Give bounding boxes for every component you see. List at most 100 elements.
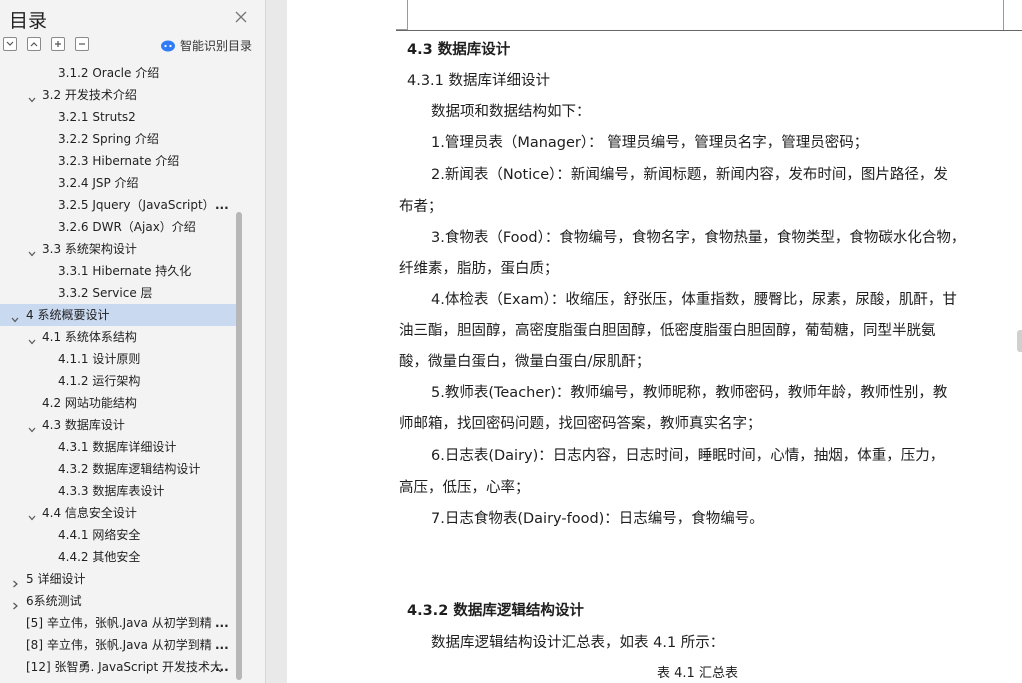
toc-item[interactable]: 4 系统概要设计	[0, 304, 236, 326]
toc-item-ellipsis: ...	[215, 198, 229, 212]
page-top-rule	[396, 30, 1022, 31]
toc-item-label: 3.2.6 DWR（Ajax）介绍	[58, 220, 196, 234]
heading-4-3: 4.3 数据库设计	[407, 42, 511, 58]
paragraph-teacher-line2: 师邮箱，找回密码问题，找回密码答案，教师真实名字；	[399, 416, 762, 432]
paragraph-summary-intro: 数据库逻辑结构设计汇总表，如表 4.1 所示：	[431, 635, 725, 651]
toc-item[interactable]: 4.1.1 设计原则	[0, 348, 236, 370]
toc-scrollbar[interactable]	[236, 212, 242, 680]
smart-recognize-button[interactable]: 智能识别目录	[160, 36, 252, 54]
chevron-right-icon[interactable]	[10, 574, 20, 588]
document-area: 4.3 数据库设计 4.3.1 数据库详细设计 数据项和数据结构如下： 1.管理…	[267, 0, 1022, 683]
crop-mark-left	[396, 0, 408, 30]
smart-recognize-label: 智能识别目录	[180, 38, 253, 53]
document-page: 4.3 数据库设计 4.3.1 数据库详细设计 数据项和数据结构如下： 1.管理…	[287, 0, 1022, 683]
toc-item-label: 3.3 系统架构设计	[42, 242, 137, 256]
toc-item-ellipsis: ...	[215, 616, 229, 630]
paragraph-manager: 1.管理员表（Manager）： 管理员编号，管理员名字，管理员密码；	[431, 135, 869, 151]
toc-item-label: 4.3.2 数据库逻辑结构设计	[58, 462, 201, 476]
paragraph-food-line2: 纤维素，脂肪，蛋白质；	[399, 261, 559, 277]
toc-item[interactable]: 3.3.1 Hibernate 持久化	[0, 260, 236, 282]
toc-item-ellipsis: ...	[215, 638, 229, 652]
toc-header: 目录 智能识别目录	[0, 0, 266, 62]
toc-sidebar: 目录 智能识别目录 3.1.2 Oracle 介绍 3.2 开发技术介绍 3.2…	[0, 0, 266, 683]
toc-item[interactable]: 4.4 信息安全设计	[0, 502, 236, 524]
toc-item-label: 3.1.2 Oracle 介绍	[58, 66, 160, 80]
toc-item-label: 4.1.1 设计原则	[58, 352, 141, 366]
chevron-down-icon[interactable]	[10, 310, 20, 323]
paragraph-exam-line3: 酸，微量白蛋白，微量白蛋白/尿肌酐；	[399, 354, 651, 370]
toc-item-label: 3.2.2 Spring 介绍	[58, 132, 159, 146]
toc-item-label: 4.3.3 数据库表设计	[58, 484, 165, 498]
toc-item-label: 4.1 系统体系结构	[42, 330, 137, 344]
page-edge-handle[interactable]	[1017, 330, 1022, 352]
toc-item[interactable]: 3.2.1 Struts2	[0, 106, 236, 128]
heading-4-3-1: 4.3.1 数据库详细设计	[407, 73, 551, 89]
toc-item[interactable]: 4.4.1 网络安全	[0, 524, 236, 546]
toc-item[interactable]: 3.1.2 Oracle 介绍	[0, 62, 236, 84]
paragraph-dairy-line1: 6.日志表(Dairy)：日志内容，日志时间，睡眠时间，心情，抽烟，体重，压力，	[431, 448, 945, 464]
toc-item[interactable]: 3.2.3 Hibernate 介绍	[0, 150, 236, 172]
paragraph-food-line1: 3.食物表（Food）：食物编号，食物名字，食物热量，食物类型，食物碳水化合物，	[431, 230, 966, 246]
toc-item[interactable]: 3.2.2 Spring 介绍	[0, 128, 236, 150]
toc-item[interactable]: [5] 辛立伟，张帆.Java 从初学到精...	[0, 612, 236, 634]
toc-item-label: 3.3.2 Service 层	[58, 286, 153, 300]
paragraph-teacher-line1: 5.教师表(Teacher)：教师编号，教师昵称，教师密码，教师年龄，教师性别，…	[431, 385, 948, 401]
toc-item-ellipsis: ...	[215, 660, 229, 674]
add-heading-icon[interactable]	[51, 37, 65, 51]
toc-item-label: 4.3.1 数据库详细设计	[58, 440, 177, 454]
heading-4-3-2: 4.3.2 数据库逻辑结构设计	[407, 603, 584, 619]
crop-mark-right	[1003, 0, 1004, 30]
toc-item-label: 3.2 开发技术介绍	[42, 88, 137, 102]
chevron-down-icon[interactable]	[27, 420, 37, 433]
toc-item[interactable]: 4.2 网站功能结构	[0, 392, 236, 414]
paragraph-dairy-line2: 高压，低压，心率；	[399, 480, 530, 496]
paragraph-dairy-food: 7.日志食物表(Dairy-food)：日志编号，食物编号。	[431, 511, 764, 527]
close-icon[interactable]	[234, 9, 248, 23]
toc-item[interactable]: 4.1.2 运行架构	[0, 370, 236, 392]
toc-item[interactable]: [8] 辛立伟，张帆.Java 从初学到精...	[0, 634, 236, 656]
chevron-down-icon[interactable]	[27, 244, 37, 257]
smart-ai-icon	[160, 37, 176, 53]
toc-item[interactable]: 4.4.2 其他安全	[0, 546, 236, 568]
remove-heading-icon[interactable]	[75, 37, 89, 51]
toc-item[interactable]: 3.2 开发技术介绍	[0, 84, 236, 106]
chevron-right-icon[interactable]	[10, 596, 20, 610]
toc-item-label: 4 系统概要设计	[26, 308, 110, 322]
paragraph-notice-line1: 2.新闻表（Notice）：新闻编号，新闻标题，新闻内容，发布时间，图片路径，发	[431, 167, 948, 183]
toc-item[interactable]: 5 详细设计	[0, 568, 236, 590]
toc-item-label: 3.2.4 JSP 介绍	[58, 176, 139, 190]
chevron-down-icon[interactable]	[27, 332, 37, 345]
expand-up-icon[interactable]	[27, 37, 41, 51]
toc-item-label: 3.2.5 Jquery（JavaScript）	[58, 198, 215, 212]
paragraph-exam-line2: 油三酯，胆固醇，高密度脂蛋白胆固醇，低密度脂蛋白胆固醇，葡萄糖，同型半胱氨	[399, 323, 936, 339]
toc-item[interactable]: 3.3.2 Service 层	[0, 282, 236, 304]
toc-item-label: 4.4.2 其他安全	[58, 550, 141, 564]
toc-item-label: [5] 辛立伟，张帆.Java 从初学到精	[26, 616, 212, 630]
toc-item[interactable]: 4.3 数据库设计	[0, 414, 236, 436]
toc-item-label: 4.4 信息安全设计	[42, 506, 137, 520]
collapse-all-icon[interactable]	[3, 37, 17, 51]
toc-item[interactable]: 3.2.5 Jquery（JavaScript）...	[0, 194, 236, 216]
toc-item[interactable]: 4.3.1 数据库详细设计	[0, 436, 236, 458]
toc-item-label: 3.2.3 Hibernate 介绍	[58, 154, 180, 168]
paragraph-notice-line2: 布者；	[399, 199, 443, 215]
toc-item-label: [12] 张智勇. JavaScript 开发技术大	[26, 660, 223, 674]
toc-item-label: 4.1.2 运行架构	[58, 374, 141, 388]
toc-item-label: 3.3.1 Hibernate 持久化	[58, 264, 192, 278]
toc-item[interactable]: [12] 张智勇. JavaScript 开发技术大...	[0, 656, 236, 678]
toc-item-label: 3.2.1 Struts2	[58, 110, 136, 124]
toc-list: 3.1.2 Oracle 介绍 3.2 开发技术介绍 3.2.1 Struts2 3.…	[0, 62, 236, 683]
toc-item[interactable]: 4.3.2 数据库逻辑结构设计	[0, 458, 236, 480]
toc-item[interactable]: 3.2.4 JSP 介绍	[0, 172, 236, 194]
chevron-down-icon[interactable]	[27, 508, 37, 521]
toc-item-label: 4.2 网站功能结构	[42, 396, 137, 410]
toc-item[interactable]: 4.3.3 数据库表设计	[0, 480, 236, 502]
toc-title: 目录	[9, 10, 48, 32]
toc-item-label: 6系统测试	[26, 594, 82, 608]
chevron-down-icon[interactable]	[27, 90, 37, 103]
toc-item[interactable]: 3.2.6 DWR（Ajax）介绍	[0, 216, 236, 238]
toc-item[interactable]: 6系统测试	[0, 590, 236, 612]
toc-item-label: 4.4.1 网络安全	[58, 528, 141, 542]
toc-item[interactable]: 3.3 系统架构设计	[0, 238, 236, 260]
toc-item[interactable]: 4.1 系统体系结构	[0, 326, 236, 348]
